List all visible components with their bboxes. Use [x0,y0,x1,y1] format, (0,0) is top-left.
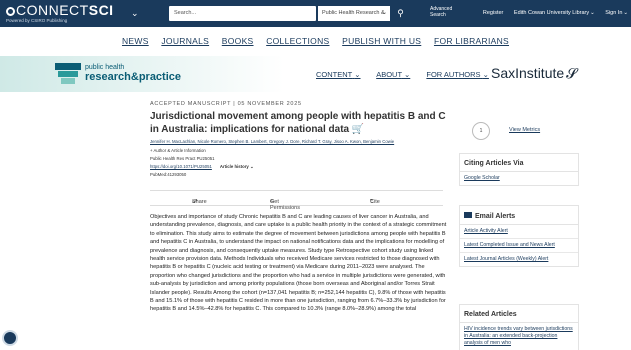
email-alerts-title: Email Alerts [460,206,578,225]
abstract: Objectives and importance of study Chron… [150,214,447,313]
sax-institute-logo[interactable]: SaxInstitute 𝓢 [491,65,577,82]
menu-for-authors[interactable]: FOR AUTHORS ⌄ [426,70,489,79]
chevron-down-icon: ⌄ [590,10,595,16]
journal-banner: public health research&practice CONTENT … [0,56,631,92]
author-info-toggle[interactable]: + Author & Article Information [150,147,254,155]
chevron-down-icon[interactable]: ⌄ [131,8,139,19]
chevron-down-icon: ⌄ [370,199,375,205]
article-meta: + Author & Article Information Public He… [150,147,254,179]
altmetric-badge[interactable]: 1 [472,122,490,140]
nav-books[interactable]: BOOKS [222,36,254,46]
logo-suffix: SCI [88,2,114,18]
article-history-label: Article history [219,164,249,169]
related-article-link[interactable]: HIV incidence trends vary between jurisd… [460,323,578,350]
article-title: Jurisdictional movement among people wit… [150,111,450,136]
weekly-alert-link[interactable]: Latest Journal Articles (Weekly) Alert [460,252,578,266]
institution-link[interactable]: Edith Cowan University Library [514,10,589,16]
sax-swirl-icon: 𝓢 [566,65,577,81]
related-articles-box: Related Articles HIV incidence trends va… [459,304,579,350]
chevron-down-icon: ⌄ [623,10,628,16]
citation: Public Health Res Pract PU25051 [150,156,215,161]
menu-about-label: ABOUT [376,70,402,79]
nav-news[interactable]: NEWS [122,36,149,46]
chevron-down-icon: ⌄ [482,70,489,79]
partner-name: SaxInstitute [491,65,565,81]
article-history-toggle[interactable]: Article history ⌄ [220,164,254,169]
article-label: ACCEPTED MANUSCRIPT | 05 NOVEMBER 2025 [150,101,302,107]
logo-circle-icon [6,7,15,16]
email-alerts-title-text: Email Alerts [475,213,516,220]
connectsci-logo[interactable]: CONNECTSCI Powered by CSIRO Publishing [6,3,114,23]
nav-for-librarians[interactable]: FOR LIBRARIANS [434,36,509,46]
chevron-down-icon: ⌄ [403,70,411,79]
search-scope-select[interactable]: Public Health Research & ⌄ [318,6,390,21]
journal-menu: CONTENT ⌄ ABOUT ⌄ FOR AUTHORS ⌄ [316,70,503,79]
latest-issue-alert-link[interactable]: Latest Completed Issue and News Alert [460,238,578,252]
main-nav: NEWS JOURNALS BOOKS COLLECTIONS PUBLISH … [0,36,631,46]
article-title-text: Jurisdictional movement among people wit… [150,111,446,135]
related-articles-title: Related Articles [460,305,578,323]
menu-about[interactable]: ABOUT ⌄ [376,70,410,79]
cart-icon[interactable]: 🛒 [352,124,364,135]
search-input[interactable]: Search... [169,6,316,21]
view-metrics-link[interactable]: View Metrics [509,127,540,133]
nav-journals[interactable]: JOURNALS [161,36,209,46]
citing-articles-box: Citing Articles Via Google Scholar [459,153,579,186]
logo-tagline: Powered by CSIRO Publishing [6,18,68,23]
nav-collections[interactable]: COLLECTIONS [266,36,329,46]
advanced-search-link[interactable]: Advanced Search [430,6,460,18]
citing-articles-title: Citing Articles Via [460,154,578,172]
top-links: Register Edith Cowan University Library⌄… [474,10,628,16]
menu-content-label: CONTENT [316,70,353,79]
author-list[interactable]: Jennifer H. MacLachlan, Nicole Romero, S… [150,139,450,144]
journal-name-bottom: research&practice [85,71,182,83]
floating-help-icon[interactable] [2,330,18,346]
top-bar: CONNECTSCI Powered by CSIRO Publishing ⌄… [0,0,631,27]
journal-logo-icon [55,63,81,84]
menu-for-authors-label: FOR AUTHORS [426,70,481,79]
chevron-down-icon: ⌄ [192,199,197,205]
google-scholar-link[interactable]: Google Scholar [460,172,578,185]
pubmed-id: PubMed:41293050 [150,172,187,177]
doi-link[interactable]: https://doi.org/10.1071/PU25051 [150,164,212,169]
journal-name-top: public health [85,64,125,71]
search-button[interactable]: ⚲ [393,6,408,21]
email-alerts-box: Email Alerts Article Activity Alert Late… [459,205,579,267]
search-scope-value: Public Health Research & [322,10,385,16]
mail-icon [464,212,472,218]
article-activity-alert-link[interactable]: Article Activity Alert [460,225,578,238]
action-bar: ☍ Share ⌄ © Get Permissions ❞ Cite ⌄ [150,190,443,211]
search-icon: ⚲ [397,8,404,18]
logo-prefix: CONNECT [16,2,89,18]
chevron-down-icon: ⌄ [249,164,254,169]
chevron-down-icon: ⌄ [354,70,361,79]
register-link[interactable]: Register [483,10,503,16]
chevron-down-icon: ⌄ [381,10,387,16]
menu-content[interactable]: CONTENT ⌄ [316,70,361,79]
permissions-label: Get Permissions [270,199,300,211]
sign-in-link[interactable]: Sign In [605,10,622,16]
nav-publish-with-us[interactable]: PUBLISH WITH US [342,36,421,46]
